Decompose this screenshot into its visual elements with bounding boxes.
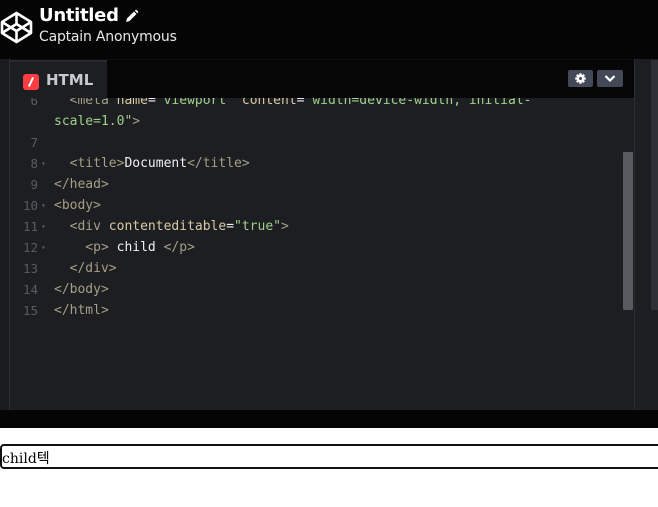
pencil-icon[interactable] [124,9,139,24]
codepen-logo-icon[interactable] [0,11,33,44]
chevron-down-icon [604,75,616,83]
code-token: <p> [54,240,109,255]
fold-arrow-icon[interactable]: ▾ [41,153,46,174]
code-text: </head> [54,174,109,195]
code-token: </html> [54,303,109,318]
line-number: 15 [22,303,38,318]
code-text: <div contenteditable="true"> [54,216,289,237]
tab-html[interactable]: HTML [10,60,107,98]
line-number: 8 [30,156,38,171]
code-line[interactable]: scale=1.0"> [10,111,620,132]
code-token: <body> [54,198,101,213]
code-token: contenteditable [108,219,227,234]
code-token: <meta [54,98,117,108]
code-token: content [234,98,297,108]
code-scrollbar[interactable] [623,152,633,310]
code-text: </body> [54,279,109,300]
code-token: > [281,219,289,234]
editor-footer [0,410,658,428]
code-area[interactable]: 6 <meta name="viewport" content="width=d… [10,98,634,410]
author-name[interactable]: Captain Anonymous [39,29,177,45]
code-token: <div [54,219,109,234]
outer-scrollbar[interactable] [651,60,658,310]
gear-icon [575,73,586,84]
line-number: 12 [22,240,38,255]
code-token: name [116,98,148,108]
preview-text[interactable]: child텍 [2,448,50,468]
contenteditable-div[interactable] [0,444,658,469]
code-token: </p> [163,240,195,255]
code-token: "width=device-width, initial- [304,98,532,108]
pen-title[interactable]: Untitled [39,5,119,26]
code-line[interactable]: 6 <meta name="viewport" content="width=d… [10,98,620,111]
tab-label: HTML [46,71,94,89]
line-number: 9 [30,177,38,192]
code-token: <title> [54,156,125,171]
code-token: = [296,98,305,108]
code-text: <body> [54,195,101,216]
line-number: 11 [22,219,38,234]
code-token: </title> [187,156,250,171]
code-line[interactable]: 10 ▾ <body> [10,195,620,216]
code-token: = [147,98,156,108]
code-text: </div> [54,258,117,279]
code-line[interactable]: 11 ▾ <div contenteditable="true"> [10,216,620,237]
code-token: "viewport" [155,98,235,108]
collapse-button[interactable] [597,70,623,87]
code-token: "true" [234,219,281,234]
fold-arrow-icon[interactable]: ▾ [41,216,46,237]
code-text: <meta name="viewport" content="width=dev… [54,98,532,111]
code-token: </div> [54,261,117,276]
code-token: scale=1.0" [54,114,133,129]
code-token: = [226,219,235,234]
code-line[interactable]: 15 </html> [10,300,620,321]
code-token: > [132,114,141,129]
line-number: 13 [22,261,38,276]
code-text: scale=1.0"> [54,111,140,132]
line-number: 14 [22,282,38,297]
code-text: </html> [54,300,109,321]
code-line[interactable]: 13 </div> [10,258,620,279]
code-line[interactable]: 8 ▾ <title>Document</title> [10,153,620,174]
code-line[interactable]: 12 ▾ <p> child </p> [10,237,620,258]
code-text: <p> child </p> [54,237,195,258]
title-row: Untitled [39,3,139,27]
line-number: 6 [30,98,38,108]
code-text: <title>Document</title> [54,153,250,174]
code-token: </body> [54,282,109,297]
settings-button[interactable] [568,70,593,87]
line-number: 10 [22,198,38,213]
code-token: child [108,240,164,255]
resize-gutter[interactable] [0,59,10,410]
fold-arrow-icon[interactable]: ▾ [41,237,46,258]
code-token: </head> [54,177,109,192]
code-line[interactable]: 14 </body> [10,279,620,300]
fold-arrow-icon[interactable]: ▾ [41,195,46,216]
code-line[interactable]: 7 [10,132,620,153]
code-line[interactable]: 9 </head> [10,174,620,195]
html-file-icon [23,74,39,90]
line-number: 7 [30,135,38,150]
code-token: Document [124,156,188,171]
